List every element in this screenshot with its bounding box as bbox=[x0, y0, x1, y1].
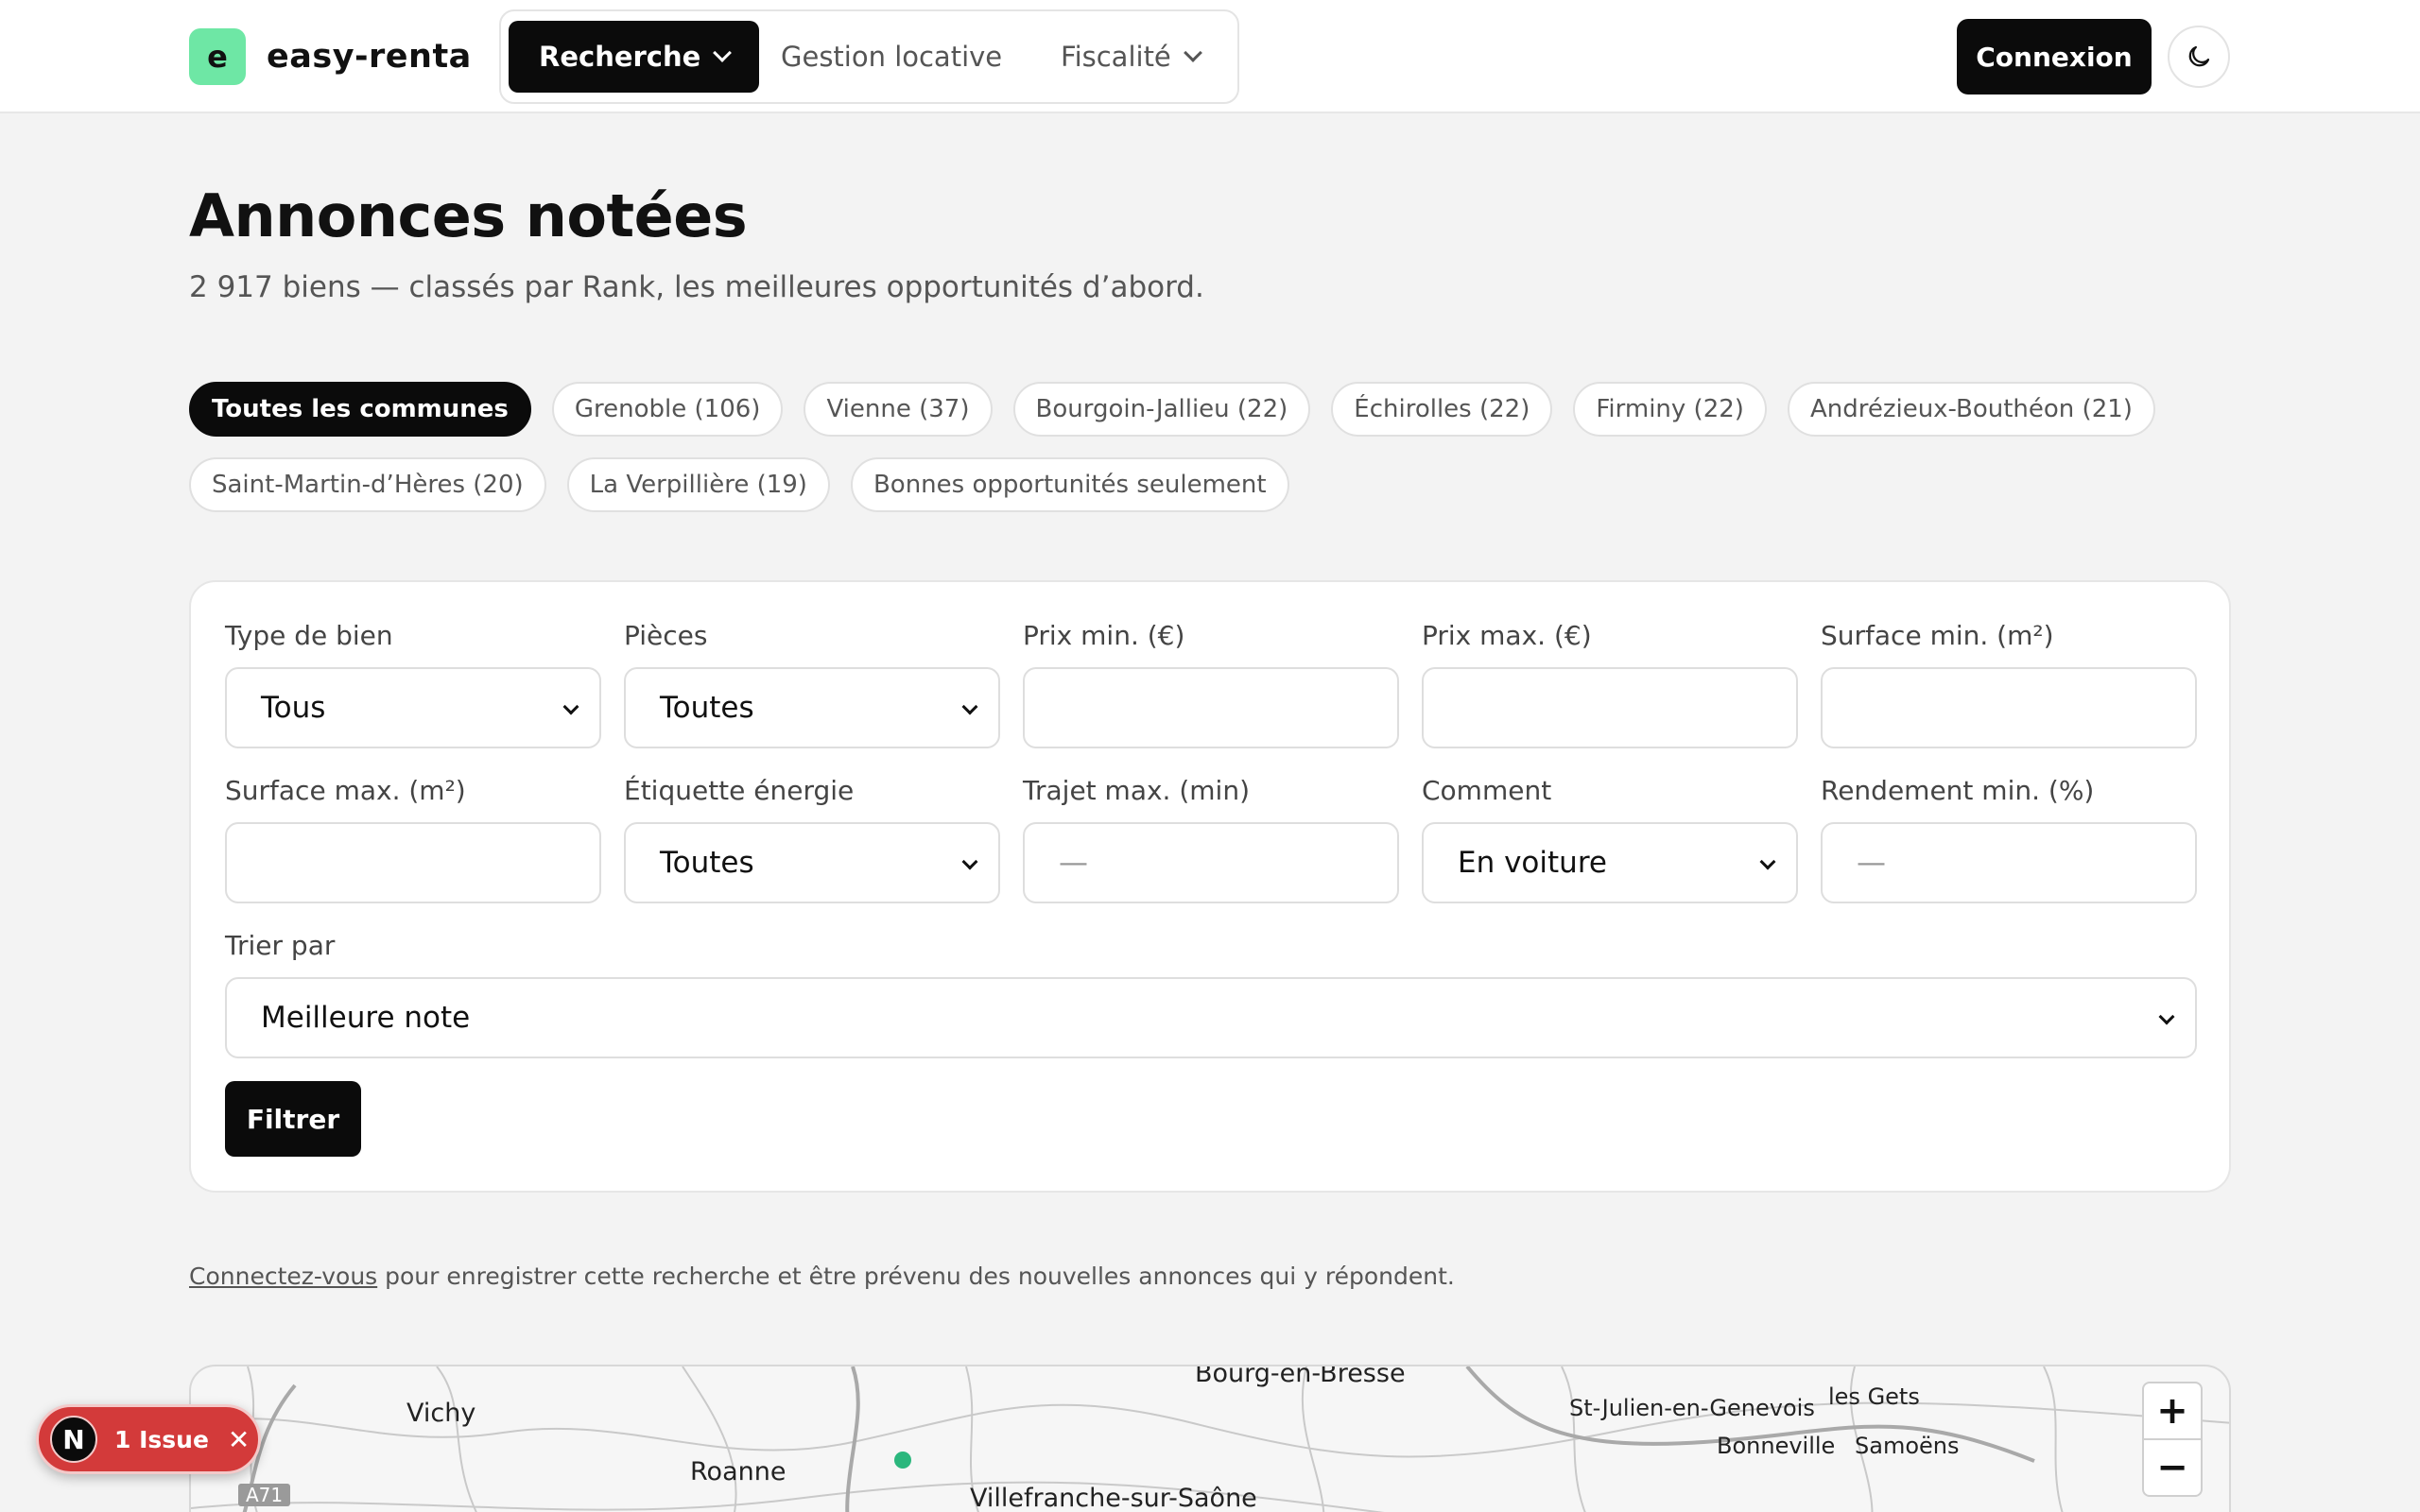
mode-label: Comment bbox=[1422, 775, 1552, 806]
road-badge-a71: A71 bbox=[238, 1484, 291, 1506]
map-label-les-gets: les Gets bbox=[1828, 1383, 1920, 1410]
brand-logo[interactable]: e easy-renta bbox=[189, 28, 472, 85]
energy-select[interactable]: Toutes bbox=[624, 822, 1000, 903]
close-icon[interactable]: ✕ bbox=[228, 1424, 250, 1455]
rooms-label: Pièces bbox=[624, 620, 708, 651]
sort-value: Meilleure note bbox=[261, 1001, 471, 1035]
map-label-bonneville: Bonneville bbox=[1717, 1433, 1836, 1459]
nav-gestion-locative[interactable]: Gestion locative bbox=[781, 21, 1002, 93]
yield-placeholder: — bbox=[1857, 846, 1886, 880]
energy-value: Toutes bbox=[660, 846, 754, 880]
chevron-down-icon bbox=[1759, 853, 1776, 870]
chevron-down-icon bbox=[713, 43, 733, 62]
notice-text: pour enregistrer cette recherche et être… bbox=[377, 1263, 1455, 1290]
surface-max-label: Surface max. (m²) bbox=[225, 775, 466, 806]
map-marker[interactable] bbox=[894, 1452, 911, 1469]
map-label-st-julien: St-Julien-en-Genevois bbox=[1569, 1395, 1815, 1421]
chip-bourgoin-jallieu[interactable]: Bourgoin-Jallieu (22) bbox=[1012, 382, 1311, 437]
map-label-villefranche: Villefranche-sur-Saône bbox=[970, 1484, 1257, 1512]
page-title: Annonces notées bbox=[189, 181, 748, 250]
type-label: Type de bien bbox=[225, 620, 393, 651]
chip-saint-martin-dheres[interactable]: Saint-Martin-d’Hères (20) bbox=[189, 457, 546, 512]
moon-icon bbox=[2188, 45, 2210, 67]
login-button[interactable]: Connexion bbox=[1957, 19, 2152, 94]
chevron-down-icon bbox=[1183, 43, 1202, 62]
top-header: e easy-renta Recherche Gestion locative … bbox=[0, 0, 2420, 113]
sort-select[interactable]: Meilleure note bbox=[225, 977, 2197, 1058]
nextjs-logo-icon: N bbox=[50, 1416, 97, 1463]
chip-grenoble[interactable]: Grenoble (106) bbox=[551, 382, 784, 437]
zoom-out-button[interactable]: − bbox=[2144, 1440, 2201, 1495]
nav-recherche[interactable]: Recherche bbox=[509, 21, 760, 93]
surface-min-label: Surface min. (m²) bbox=[1821, 620, 2054, 651]
chevron-down-icon bbox=[2158, 1008, 2175, 1025]
nav-fiscalite[interactable]: Fiscalité bbox=[1061, 21, 1202, 93]
save-search-notice: Connectez-vous pour enregistrer cette re… bbox=[189, 1263, 1455, 1290]
logo-mark: e bbox=[189, 28, 246, 85]
chip-vienne[interactable]: Vienne (37) bbox=[804, 382, 993, 437]
price-max-label: Prix max. (€) bbox=[1422, 620, 1592, 651]
chip-good-opportunities[interactable]: Bonnes opportunités seulement bbox=[850, 457, 1289, 512]
theme-toggle-button[interactable] bbox=[2168, 26, 2230, 88]
map-zoom-controls: + − bbox=[2142, 1382, 2203, 1497]
nav-gestion-label: Gestion locative bbox=[781, 41, 1003, 73]
sort-label: Trier par bbox=[225, 930, 336, 961]
nav-recherche-label: Recherche bbox=[539, 41, 701, 73]
commute-placeholder: — bbox=[1059, 846, 1088, 880]
type-select[interactable]: Tous bbox=[225, 667, 601, 748]
chip-firminy[interactable]: Firminy (22) bbox=[1573, 382, 1767, 437]
map-label-samoens: Samoëns bbox=[1855, 1433, 1960, 1459]
filter-button[interactable]: Filtrer bbox=[225, 1081, 361, 1157]
chevron-down-icon bbox=[961, 698, 978, 715]
page-subtitle: 2 917 biens — classés par Rank, les meil… bbox=[189, 270, 1204, 304]
filter-card: Type de bien Tous Pièces Toutes Prix min… bbox=[189, 580, 2231, 1193]
zoom-in-button[interactable]: + bbox=[2144, 1383, 2201, 1438]
commune-chips-row-1: Toutes les communes Grenoble (106) Vienn… bbox=[189, 382, 2155, 437]
commune-chips-row-2: Saint-Martin-d’Hères (20) La Verpillière… bbox=[189, 457, 1289, 512]
price-min-input[interactable] bbox=[1023, 667, 1399, 748]
mode-select[interactable]: En voiture bbox=[1422, 822, 1798, 903]
type-value: Tous bbox=[261, 691, 326, 725]
chip-echirolles[interactable]: Échirolles (22) bbox=[1331, 382, 1553, 437]
chip-all-communes[interactable]: Toutes les communes bbox=[189, 382, 531, 437]
chevron-down-icon bbox=[562, 698, 579, 715]
main-nav: Recherche Gestion locative Fiscalité bbox=[499, 9, 1239, 104]
mode-value: En voiture bbox=[1458, 846, 1607, 880]
yield-input[interactable]: — bbox=[1821, 822, 2197, 903]
yield-label: Rendement min. (%) bbox=[1821, 775, 2095, 806]
price-max-input[interactable] bbox=[1422, 667, 1798, 748]
surface-max-input[interactable] bbox=[225, 822, 601, 903]
chevron-down-icon bbox=[961, 853, 978, 870]
rooms-select[interactable]: Toutes bbox=[624, 667, 1000, 748]
surface-min-input[interactable] bbox=[1821, 667, 2197, 748]
map-label-roanne: Roanne bbox=[690, 1457, 786, 1486]
nav-fiscalite-label: Fiscalité bbox=[1061, 41, 1171, 73]
chip-andrezieux-boutheon[interactable]: Andrézieux-Bouthéon (21) bbox=[1787, 382, 2155, 437]
energy-label: Étiquette énergie bbox=[624, 775, 855, 806]
brand-name: easy-renta bbox=[267, 38, 472, 76]
price-min-label: Prix min. (€) bbox=[1023, 620, 1185, 651]
commute-input[interactable]: — bbox=[1023, 822, 1399, 903]
map-label-vichy: Vichy bbox=[406, 1399, 476, 1428]
commute-label: Trajet max. (min) bbox=[1023, 775, 1250, 806]
rooms-value: Toutes bbox=[660, 691, 754, 725]
map-label-bourg-en-bresse: Bourg-en-Bresse bbox=[1195, 1365, 1406, 1388]
issue-count: 1 Issue bbox=[114, 1425, 209, 1453]
login-link[interactable]: Connectez-vous bbox=[189, 1263, 377, 1290]
results-map[interactable]: Bourg-en-Bresse Vichy Roanne Villefranch… bbox=[189, 1365, 2231, 1512]
dev-issues-badge[interactable]: N 1 Issue ✕ bbox=[36, 1404, 261, 1474]
chip-la-verpilliere[interactable]: La Verpillière (19) bbox=[566, 457, 830, 512]
